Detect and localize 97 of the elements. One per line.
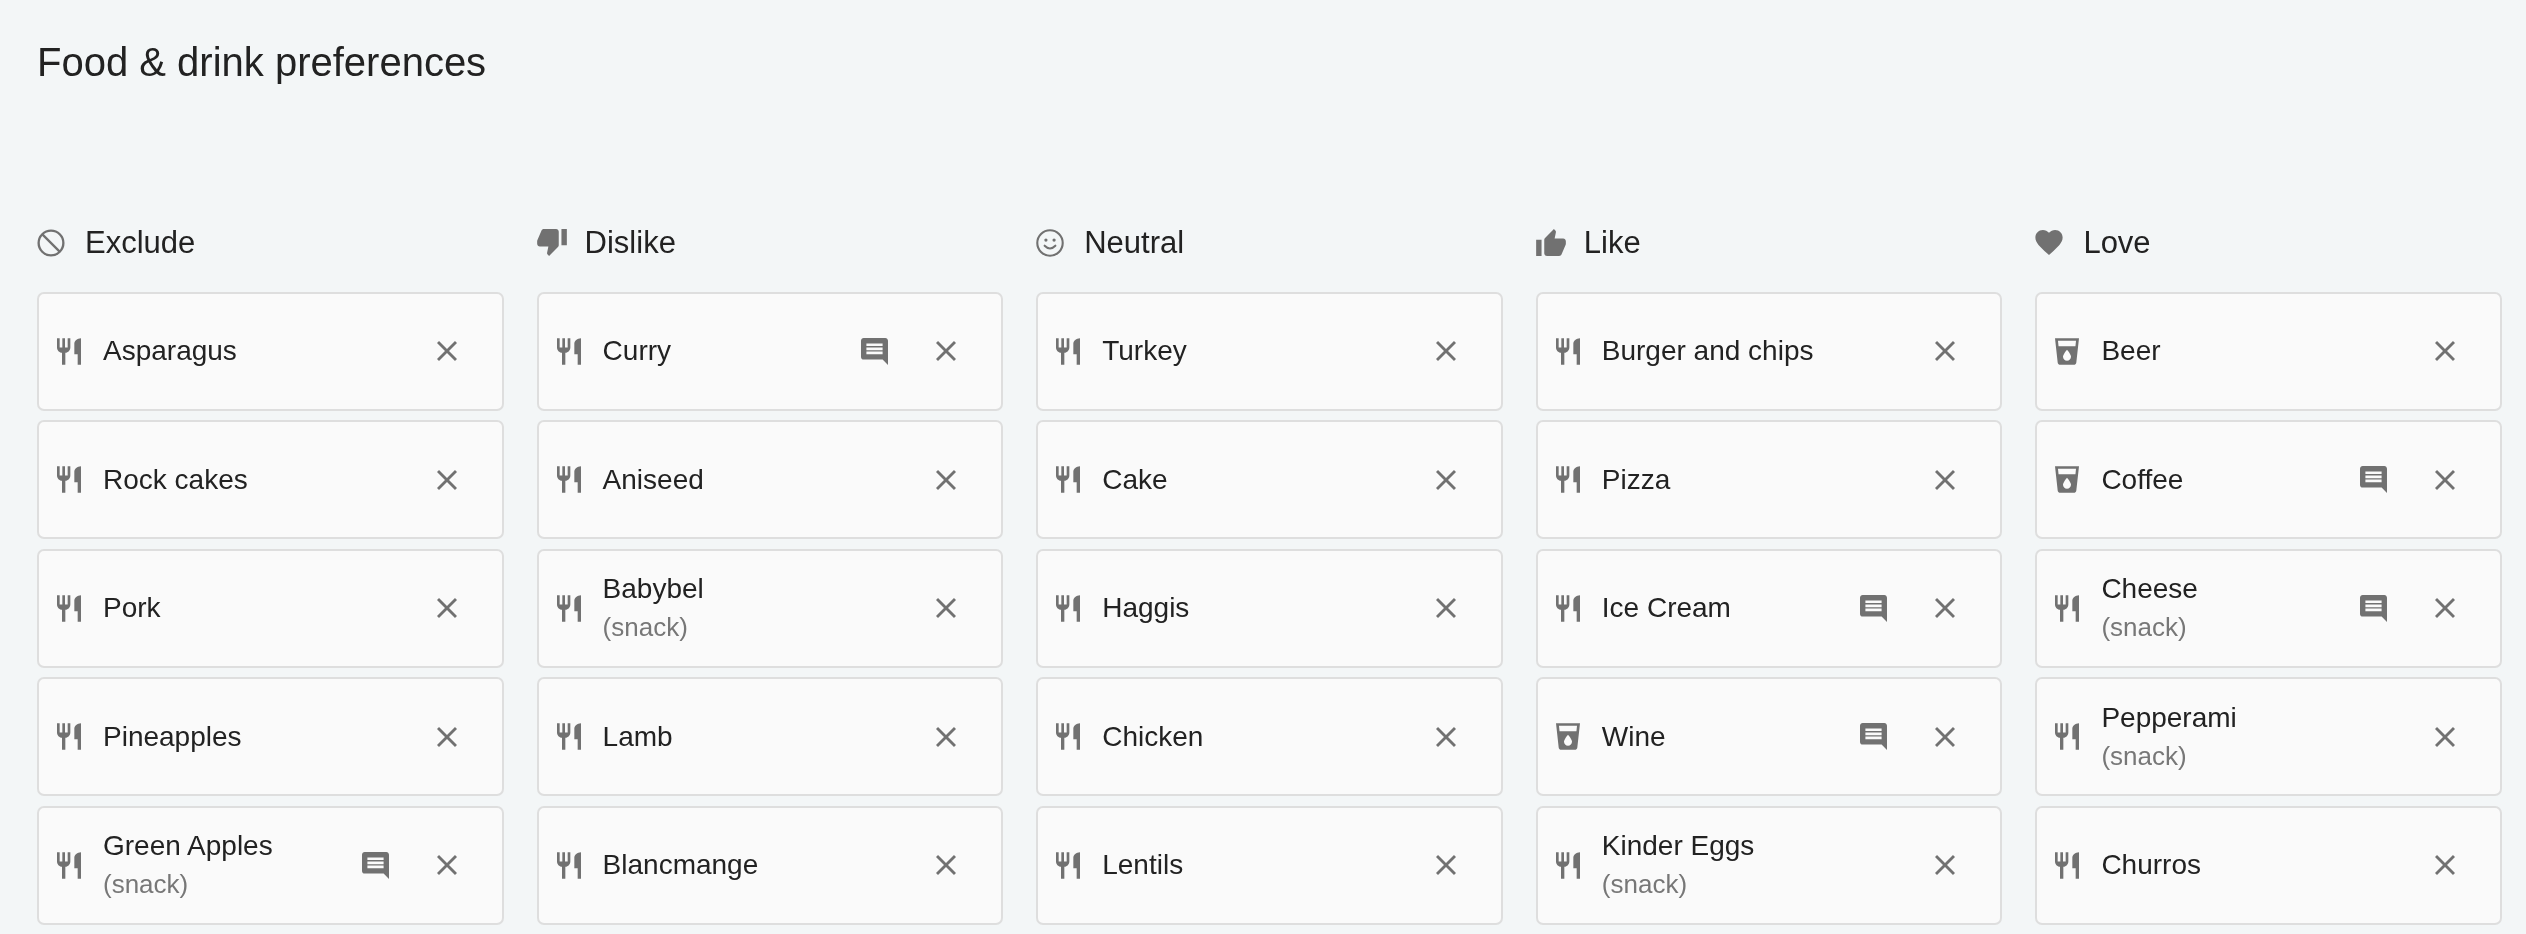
fork-knife-icon — [1056, 337, 1081, 365]
item-name: Cheese — [2101, 572, 2198, 606]
comment-icon[interactable] — [861, 337, 889, 365]
fork-knife-icon — [57, 723, 81, 750]
item-name: Lamb — [602, 719, 673, 754]
close-icon[interactable] — [436, 726, 457, 747]
close-icon[interactable] — [1435, 341, 1456, 361]
fork-knife-icon — [1555, 466, 1580, 493]
item-name: Blancmange — [602, 848, 759, 882]
item-name: Rock cakes — [103, 462, 248, 497]
column-heading: Love — [2083, 224, 2151, 261]
item-name: Burger and chips — [1601, 334, 1814, 368]
item-note: (snack) — [1601, 868, 1688, 901]
close-icon[interactable] — [1435, 598, 1456, 618]
item-name: Pork — [103, 591, 161, 625]
item-name: Churros — [2101, 848, 2201, 882]
close-icon[interactable] — [936, 598, 957, 618]
fork-knife-icon — [1056, 723, 1081, 750]
close-icon[interactable] — [1935, 726, 1956, 747]
fork-knife-icon — [1555, 851, 1580, 879]
thumbs-up-icon — [1535, 229, 1566, 256]
item-name: Turkey — [1102, 334, 1187, 368]
fork-knife-icon — [57, 851, 81, 879]
fork-knife-icon — [1555, 337, 1580, 365]
smiley-icon — [1036, 228, 1065, 257]
comment-icon[interactable] — [2360, 466, 2387, 493]
column-heading: Exclude — [85, 224, 196, 261]
fork-knife-icon — [556, 723, 581, 750]
fork-knife-icon — [556, 851, 581, 879]
fork-knife-icon — [57, 466, 81, 493]
close-icon[interactable] — [2435, 341, 2455, 361]
fork-knife-icon — [2055, 851, 2080, 879]
item-note: (snack) — [2101, 739, 2187, 773]
fork-knife-icon — [556, 466, 581, 493]
fork-knife-icon — [57, 594, 81, 622]
fork-knife-icon — [2055, 723, 2080, 750]
close-icon[interactable] — [1935, 341, 1956, 361]
close-icon[interactable] — [2435, 598, 2455, 618]
close-icon[interactable] — [2435, 469, 2455, 490]
thumbs-down-icon — [536, 229, 567, 256]
close-icon[interactable] — [1935, 598, 1956, 618]
comment-icon[interactable] — [1860, 723, 1888, 750]
close-icon[interactable] — [936, 341, 957, 361]
close-icon[interactable] — [436, 598, 457, 618]
ban-icon — [37, 228, 65, 257]
item-name: Kinder Eggs — [1601, 829, 1755, 863]
item-note: (snack) — [602, 611, 688, 644]
column-heading: Dislike — [584, 224, 676, 261]
close-icon[interactable] — [1435, 726, 1456, 747]
close-icon[interactable] — [436, 855, 457, 875]
page-title: Food & drink preferences — [37, 39, 487, 86]
fork-knife-icon — [1555, 594, 1580, 622]
fork-knife-icon — [1056, 594, 1081, 622]
close-icon[interactable] — [1935, 469, 1956, 490]
item-name: Ice Cream — [1601, 591, 1731, 625]
cup-icon — [2055, 466, 2080, 493]
column-heading: Like — [1583, 224, 1641, 261]
item-note: (snack) — [103, 868, 189, 901]
item-name: Curry — [602, 334, 672, 368]
item-name: Wine — [1601, 719, 1666, 754]
item-name: Lentils — [1102, 848, 1184, 882]
close-icon[interactable] — [1435, 469, 1456, 490]
close-icon[interactable] — [2435, 855, 2455, 875]
close-icon[interactable] — [1935, 855, 1956, 875]
fork-knife-icon — [2055, 594, 2080, 622]
item-name: Coffee — [2101, 462, 2184, 497]
fork-knife-icon — [1056, 466, 1081, 493]
item-name: Haggis — [1102, 591, 1190, 625]
fork-knife-icon — [556, 594, 581, 622]
item-name: Cake — [1102, 462, 1168, 497]
fork-knife-icon — [556, 337, 581, 365]
item-note: (snack) — [2101, 611, 2187, 644]
item-name: Beer — [2101, 334, 2161, 368]
item-name: Green Apples — [103, 829, 273, 863]
heart-icon — [2035, 230, 2064, 255]
close-icon[interactable] — [936, 726, 957, 747]
item-name: Asparagus — [103, 334, 237, 368]
cup-icon — [1555, 723, 1580, 750]
fork-knife-icon — [1056, 851, 1081, 879]
close-icon[interactable] — [1435, 855, 1456, 875]
close-icon[interactable] — [436, 469, 457, 490]
comment-icon[interactable] — [2360, 594, 2387, 622]
item-name: Babybel — [602, 572, 704, 606]
item-name: Aniseed — [602, 462, 704, 497]
close-icon[interactable] — [936, 855, 957, 875]
close-icon[interactable] — [936, 469, 957, 490]
comment-icon[interactable] — [1860, 594, 1888, 622]
item-name: Pizza — [1601, 462, 1671, 497]
fork-knife-icon — [57, 337, 81, 365]
comment-icon[interactable] — [361, 851, 389, 879]
item-name: Pineapples — [103, 719, 242, 754]
cup-icon — [2055, 337, 2080, 365]
close-icon[interactable] — [436, 341, 457, 361]
column-heading: Neutral — [1084, 224, 1185, 261]
item-name: Chicken — [1102, 719, 1204, 754]
close-icon[interactable] — [2435, 726, 2455, 747]
item-name: Pepperami — [2101, 700, 2237, 735]
